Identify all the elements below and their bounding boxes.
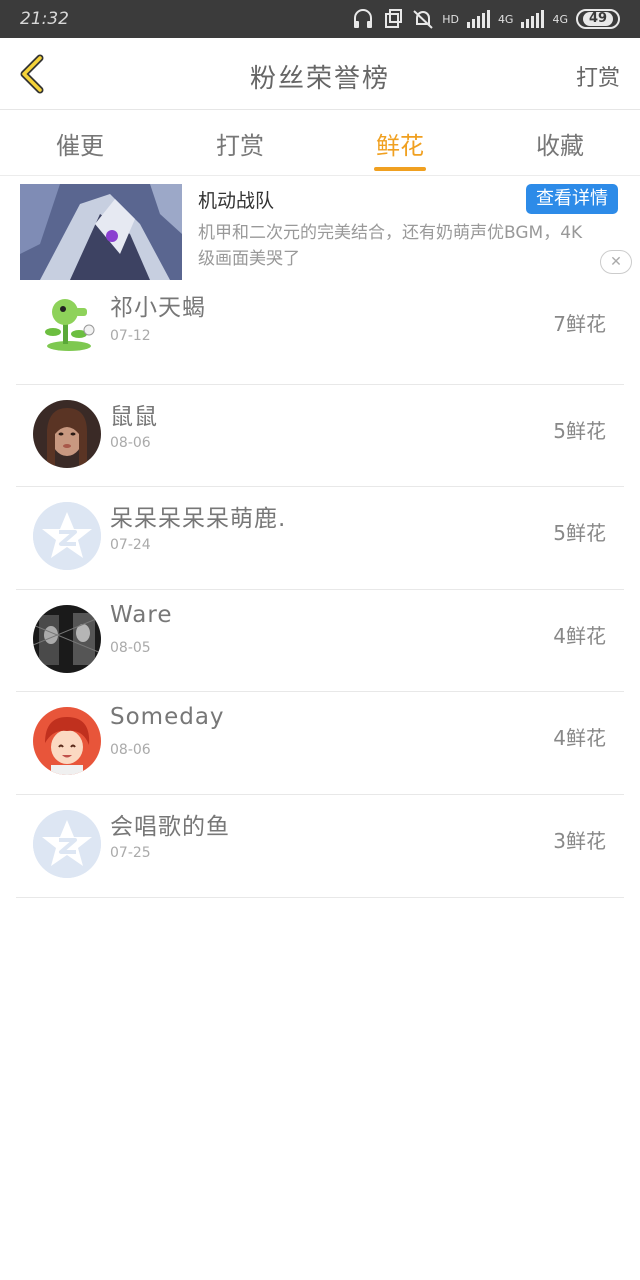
mute-bell-icon — [412, 8, 434, 30]
signal-icon — [466, 10, 490, 28]
app-header: 粉丝荣誉榜 打赏 — [0, 38, 640, 110]
flower-count: 3鲜花 — [553, 828, 606, 853]
status-icons: HD 4G 4G 49 — [352, 7, 620, 31]
tab-flowers[interactable]: 鲜花 — [320, 110, 480, 175]
default-avatar-icon — [33, 809, 101, 878]
flower-count: 4鲜花 — [553, 726, 606, 751]
date-label: 07-12 — [110, 328, 151, 344]
anime-avatar — [33, 707, 101, 776]
headphones-icon — [352, 8, 374, 30]
girl-photo-avatar — [33, 399, 101, 468]
flower-count: 5鲜花 — [553, 418, 606, 443]
list-item[interactable]: 会唱歌的鱼 07-25 3鲜花 — [16, 795, 624, 898]
ad-image[interactable] — [20, 184, 182, 280]
network-label-1: 4G — [497, 12, 514, 26]
ad-close-button[interactable]: ✕ — [600, 250, 632, 274]
user-name: 呆呆呆呆呆萌鹿. — [110, 506, 287, 533]
list-item[interactable]: 呆呆呆呆呆萌鹿. 07-24 5鲜花 — [16, 487, 624, 590]
ad-details-button[interactable]: 查看详情 — [526, 184, 618, 214]
ad-description: 机甲和二次元的完美结合，还有奶萌声优BGM，4K级画面美哭了 — [198, 223, 583, 269]
ad-title: 机动战队 — [198, 190, 275, 212]
flower-count: 5鲜花 — [553, 521, 606, 546]
flower-count: 7鲜花 — [553, 312, 606, 336]
date-label: 08-05 — [110, 639, 151, 656]
user-name: 鼠鼠 — [110, 403, 158, 430]
default-avatar — [33, 809, 101, 878]
date-label: 08-06 — [110, 434, 151, 451]
status-bar: 21:32 HD 4G 4G 49 — [0, 0, 640, 38]
tab-reward[interactable]: 打赏 — [160, 110, 320, 175]
user-name: 会唱歌的鱼 — [110, 813, 230, 840]
battery-level: 49 — [582, 12, 614, 26]
fan-ranking-list: 祁小天蝎 07-12 7鲜花 鼠鼠 08-06 5鲜花 呆呆呆呆呆萌鹿. 07-… — [16, 282, 624, 898]
bw-photo-avatar — [33, 604, 101, 673]
battery-icon: 49 — [576, 9, 620, 29]
tab-bar: 催更 打赏 鲜花 收藏 — [0, 110, 640, 176]
user-name: 祁小天蝎 — [110, 295, 206, 321]
screen-rotate-icon — [382, 8, 404, 30]
page-title: 粉丝荣誉榜 — [249, 64, 390, 94]
default-avatar-icon — [33, 502, 101, 571]
status-time: 21:32 — [20, 9, 69, 29]
ad-banner[interactable]: 机动战队 查看详情 机甲和二次元的完美结合，还有奶萌声优BGM，4K级画面美哭了… — [0, 176, 640, 282]
default-avatar — [33, 502, 101, 571]
hd-label: HD — [442, 12, 459, 26]
tab-urge[interactable]: 催更 — [0, 110, 160, 175]
signal-icon-2 — [521, 10, 545, 28]
user-name: Someday — [110, 704, 225, 731]
tab-favorites[interactable]: 收藏 — [480, 110, 640, 175]
flower-count: 4鲜花 — [553, 623, 606, 648]
list-item[interactable]: Ware 08-05 4鲜花 — [16, 590, 624, 693]
network-label-2: 4G — [552, 12, 568, 26]
plant-avatar — [33, 286, 101, 354]
date-label: 07-24 — [110, 537, 151, 554]
list-item[interactable]: 鼠鼠 08-06 5鲜花 — [16, 385, 624, 488]
reward-button[interactable]: 打赏 — [576, 60, 620, 92]
list-item[interactable]: 祁小天蝎 07-12 7鲜花 — [16, 282, 624, 385]
date-label: 08-06 — [110, 742, 151, 759]
date-label: 07-25 — [110, 844, 151, 861]
user-name: Ware — [110, 601, 173, 628]
list-item[interactable]: Someday 08-06 4鲜花 — [16, 692, 624, 795]
